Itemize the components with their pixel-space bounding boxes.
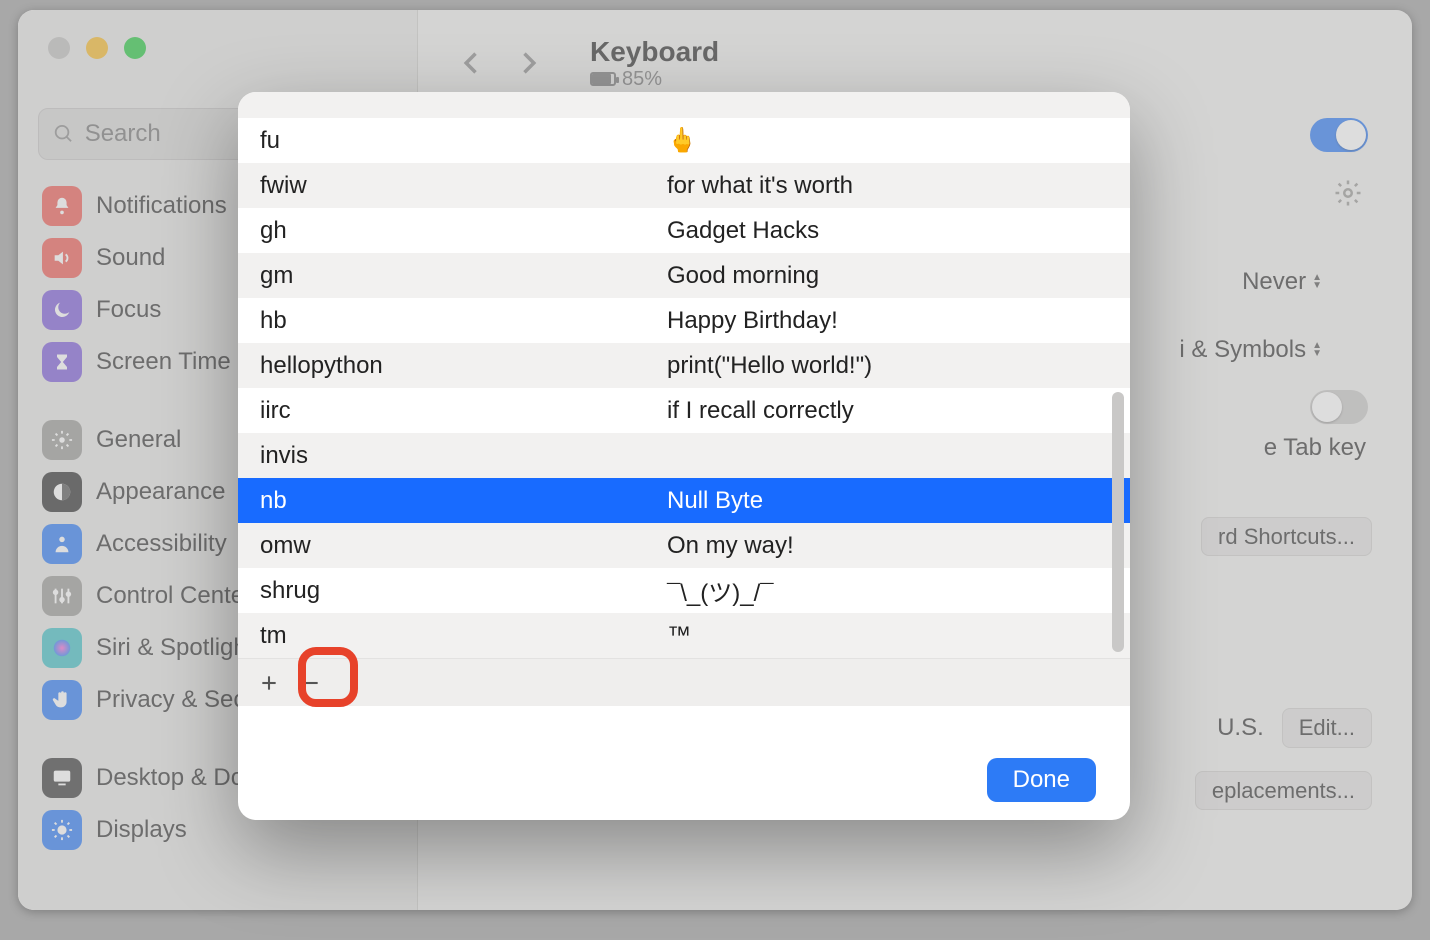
replace-cell[interactable]: fu [238,127,653,155]
text-replacements-button[interactable]: eplacements... [1195,771,1372,810]
desktop-icon [42,758,82,798]
table-footer [238,658,1130,706]
minimize-window-icon[interactable] [86,37,108,59]
replace-cell[interactable]: hellopython [238,352,653,380]
dropdown-value[interactable]: Never [1242,268,1306,296]
with-cell[interactable]: ¯\_(ツ)_/¯ [653,573,1130,608]
siri-icon [42,628,82,668]
replace-cell[interactable]: gm [238,262,653,290]
sidebar-item-label: Sound [96,244,165,272]
replace-cell[interactable]: omw [238,532,653,560]
with-cell[interactable]: ™ [653,622,1130,650]
with-cell[interactable]: Gadget Hacks [653,217,1130,245]
search-icon [53,122,75,146]
close-window-icon[interactable] [48,37,70,59]
sidebar-item-label: Notifications [96,192,227,220]
text-replacements-sheet: fu🖕fwiwfor what it's worthghGadget Hacks… [238,92,1130,820]
speaker-icon [42,238,82,278]
edit-button[interactable]: Edit... [1282,708,1372,748]
dropdown-value[interactable]: i & Symbols [1179,336,1306,364]
remove-button[interactable] [292,665,330,701]
forward-icon[interactable] [514,49,542,77]
table-row[interactable]: fwiwfor what it's worth [238,163,1130,208]
with-cell[interactable]: print("Hello world!") [653,352,1130,380]
sliders-icon [42,576,82,616]
table-row[interactable]: hellopythonprint("Hello world!") [238,343,1130,388]
input-source-label: U.S. [1217,714,1264,742]
back-icon[interactable] [458,49,486,77]
moon-icon [42,290,82,330]
label: e Tab key [1264,434,1366,462]
with-cell[interactable]: Null Byte [653,487,1130,515]
sidebar-item-label: Focus [96,296,161,324]
sidebar-item-label: Accessibility [96,530,227,558]
with-cell[interactable]: On my way! [653,532,1130,560]
battery-icon [590,72,616,86]
table-row[interactable]: gmGood morning [238,253,1130,298]
brightness-max-icon [1328,178,1368,208]
bell-icon [42,186,82,226]
with-cell[interactable]: for what it's worth [653,172,1130,200]
table-row[interactable]: tm™ [238,613,1130,658]
hand-icon [42,680,82,720]
toggle[interactable] [1310,390,1368,424]
brightness-icon [42,810,82,850]
replacements-table[interactable]: fu🖕fwiwfor what it's worthghGadget Hacks… [238,92,1130,740]
with-cell[interactable]: 🖕 [653,126,1130,155]
table-row[interactable]: shrug¯\_(ツ)_/¯ [238,568,1130,613]
page-title: Keyboard [590,36,719,68]
toggle[interactable] [1310,118,1368,152]
hourglass-icon [42,342,82,382]
sidebar-item-label: Appearance [96,478,225,506]
sidebar-item-label: Privacy & Sec [96,686,245,714]
replace-cell[interactable]: nb [238,487,653,515]
sidebar-item-label: Siri & Spotligh [96,634,247,662]
replace-cell[interactable]: tm [238,622,653,650]
table-row[interactable]: nbNull Byte [238,478,1130,523]
table-row[interactable]: omwOn my way! [238,523,1130,568]
maximize-window-icon[interactable] [124,37,146,59]
keyboard-shortcuts-button[interactable]: rd Shortcuts... [1201,517,1372,556]
sidebar-item-label: Control Cente [96,582,244,610]
with-cell[interactable]: Good morning [653,262,1130,290]
scrollbar[interactable] [1112,392,1124,652]
with-cell[interactable]: if I recall correctly [653,397,1130,425]
table-row[interactable]: iircif I recall correctly [238,388,1130,433]
table-row[interactable]: invis [238,433,1130,478]
with-cell[interactable]: Happy Birthday! [653,307,1130,335]
replace-cell[interactable]: shrug [238,577,653,605]
gear-icon [42,420,82,460]
person-icon [42,524,82,564]
replace-cell[interactable]: invis [238,442,653,470]
replace-cell[interactable]: iirc [238,397,653,425]
battery-status: 85% [590,68,719,91]
replace-cell[interactable]: gh [238,217,653,245]
replace-cell[interactable]: hb [238,307,653,335]
table-row[interactable]: ghGadget Hacks [238,208,1130,253]
table-row[interactable]: hbHappy Birthday! [238,298,1130,343]
table-row[interactable] [238,92,1130,118]
window-controls [18,28,417,68]
done-button[interactable]: Done [987,758,1096,802]
sidebar-item-label: General [96,426,181,454]
table-row[interactable]: fu🖕 [238,118,1130,163]
add-button[interactable] [250,665,288,701]
sidebar-item-label: Displays [96,816,187,844]
appearance-icon [42,472,82,512]
sidebar-item-label: Screen Time [96,348,231,376]
titlebar: Keyboard 85% [418,28,1412,98]
replace-cell[interactable]: fwiw [238,172,653,200]
